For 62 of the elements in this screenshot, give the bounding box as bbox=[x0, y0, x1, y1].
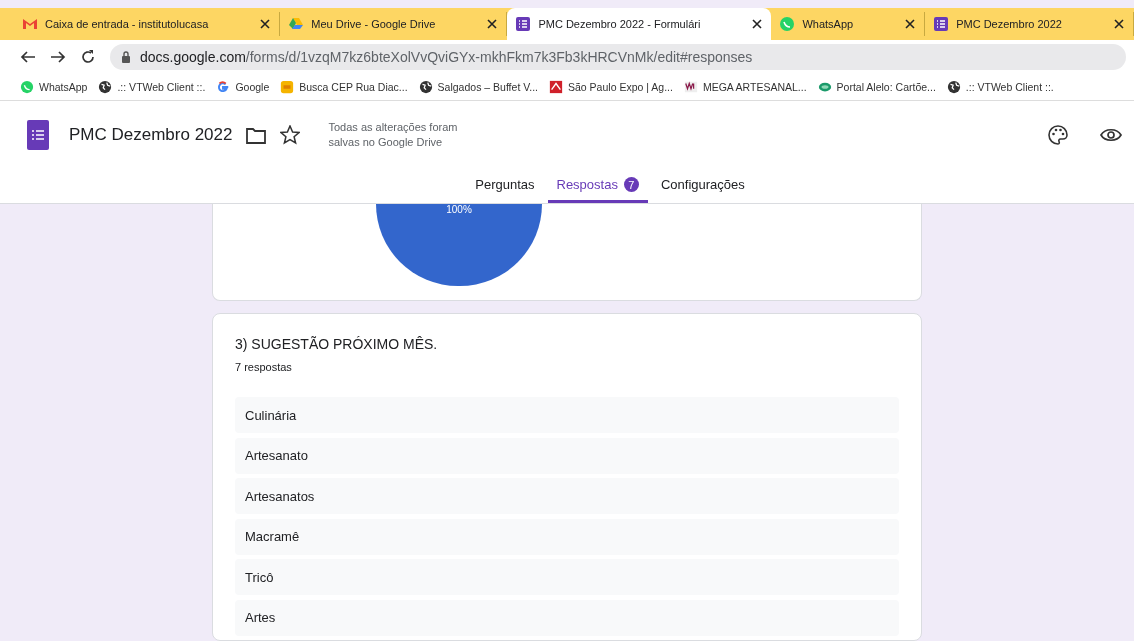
close-icon[interactable] bbox=[904, 18, 917, 30]
folder-icon[interactable] bbox=[246, 126, 267, 144]
bookmark-item[interactable]: Busca CEP Rua Diac... bbox=[280, 80, 408, 94]
palette-icon[interactable] bbox=[1048, 125, 1068, 145]
question-title: 3) SUGESTÃO PRÓXIMO MÊS. bbox=[235, 336, 439, 352]
bookmark-item[interactable]: Portal Alelo: Cartõe... bbox=[817, 80, 936, 94]
browser-tab[interactable]: PMC Dezembro 2022 bbox=[925, 12, 1134, 36]
tab-title: Caixa de entrada - institutolucasa bbox=[45, 18, 210, 30]
bookmark-item[interactable]: WhatsApp bbox=[20, 80, 88, 94]
browser-tab[interactable]: Caixa de entrada - institutolucasa bbox=[14, 12, 281, 36]
close-icon[interactable] bbox=[751, 18, 764, 30]
browser-tab[interactable]: PMC Dezembro 2022 - Formulári bbox=[507, 8, 772, 40]
reload-icon[interactable] bbox=[80, 49, 96, 65]
form-title[interactable]: PMC Dezembro 2022 bbox=[69, 125, 233, 145]
tab-title: PMC Dezembro 2022 - Formulári bbox=[538, 18, 702, 30]
forms-logo-icon bbox=[27, 120, 49, 150]
tab-title: WhatsApp bbox=[802, 18, 855, 30]
square-icon bbox=[549, 80, 563, 94]
bookmark-item[interactable]: São Paulo Expo | Ag... bbox=[549, 80, 673, 94]
form-tab[interactable]: Perguntas bbox=[466, 169, 544, 203]
browser-tab[interactable]: WhatsApp bbox=[771, 12, 926, 36]
close-icon[interactable] bbox=[486, 18, 499, 30]
globe-icon bbox=[98, 80, 113, 94]
forward-arrow-icon[interactable] bbox=[50, 49, 66, 65]
answer-row: Culinária bbox=[235, 397, 899, 433]
url-text: docs.google.com/forms/d/1vzqM7kz6bteXolVvQviGYx-mkhFkm7k3Fb3kHRCVnMk/edit#responses bbox=[140, 49, 753, 65]
triangle-icon bbox=[288, 16, 305, 32]
save-status: Todas as alterações foram salvas no Google Drive bbox=[328, 120, 459, 150]
back-arrow-icon[interactable] bbox=[20, 49, 36, 65]
chat-icon bbox=[779, 16, 796, 32]
lock-icon bbox=[120, 50, 132, 64]
answer-row: Artesanato bbox=[235, 437, 899, 474]
form-tab[interactable]: Configurações bbox=[651, 169, 754, 203]
globe-icon bbox=[418, 80, 433, 94]
globe-icon bbox=[946, 80, 961, 94]
count-badge: 7 bbox=[623, 177, 639, 192]
bookmark-item[interactable]: .:: VTWeb Client ::. bbox=[98, 80, 206, 94]
list-icon bbox=[933, 16, 950, 32]
star-icon[interactable] bbox=[280, 125, 301, 145]
response-count: 7 respostas bbox=[235, 361, 293, 373]
tab-title: PMC Dezembro 2022 bbox=[956, 18, 1063, 30]
g-icon bbox=[216, 80, 231, 94]
chat-icon bbox=[20, 80, 34, 94]
mail-icon bbox=[22, 16, 38, 32]
bookmark-item[interactable]: MEGA ARTESANAL... bbox=[683, 80, 807, 94]
answer-row: Tricô bbox=[235, 559, 899, 595]
answer-row: Artes bbox=[235, 599, 899, 636]
close-icon[interactable] bbox=[1112, 18, 1125, 30]
address-bar[interactable]: docs.google.com/forms/d/1vzqM7kz6bteXolVvQviGYx-mkhFkm7k3Fb3kHRCVnMk/edit#responses bbox=[110, 44, 1126, 70]
tab-title: Meu Drive - Google Drive bbox=[311, 18, 437, 30]
close-icon[interactable] bbox=[259, 18, 272, 30]
bookmark-item[interactable]: .:: VTWeb Client ::. bbox=[946, 80, 1054, 94]
answer-row: Artesanatos bbox=[235, 478, 899, 514]
pie-label: 100% bbox=[446, 204, 472, 217]
square-icon bbox=[280, 80, 295, 94]
bookmark-item[interactable]: Salgados – Buffet V... bbox=[418, 80, 538, 94]
bookmark-item[interactable]: Google bbox=[216, 80, 270, 94]
answer-row: Macramê bbox=[235, 518, 899, 555]
list-icon bbox=[515, 16, 532, 32]
oval-icon bbox=[817, 80, 832, 94]
square-icon bbox=[683, 80, 698, 94]
eye-icon[interactable] bbox=[1100, 126, 1122, 144]
